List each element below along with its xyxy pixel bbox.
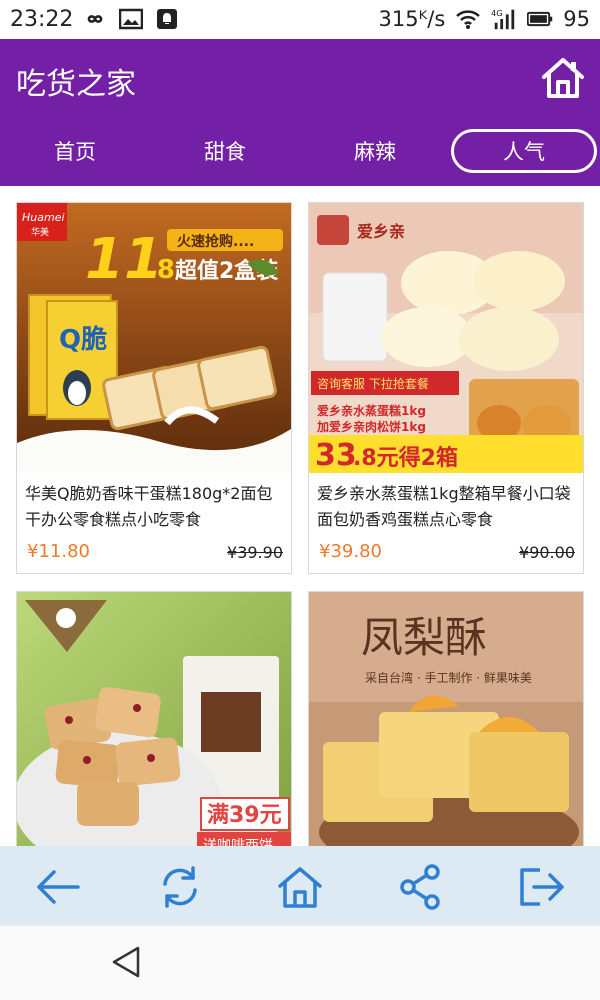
home-icon (278, 867, 322, 908)
svg-text:.8元得2箱: .8元得2箱 (353, 445, 458, 471)
svg-text:采自台湾 · 手工制作 · 鲜果味美: 采自台湾 · 手工制作 · 鲜果味美 (365, 670, 532, 685)
svg-text:爱乡亲水蒸蛋糕1kg: 爱乡亲水蒸蛋糕1kg (317, 403, 426, 418)
svg-text:凤梨酥: 凤梨酥 (361, 613, 487, 662)
refresh-button[interactable] (155, 862, 205, 912)
product-card[interactable]: 满39元 送咖啡西饼 (16, 591, 292, 846)
notification-icon (154, 6, 180, 32)
svg-text:加爱乡亲肉松饼1kg: 加爱乡亲肉松饼1kg (316, 419, 426, 434)
exit-button[interactable] (516, 862, 566, 912)
product-image[interactable]: 凤梨酥 采自台湾 · 手工制作 · 鲜果味美 (309, 592, 583, 846)
infinity-icon (82, 6, 108, 32)
toolbar-home-button[interactable] (275, 862, 325, 912)
home-icon (542, 58, 584, 98)
app-header: 吃货之家 首页 甜食 麻辣 人气 (0, 39, 600, 186)
network-speed: 315ᴷ/s (378, 7, 446, 31)
battery-icon (527, 6, 553, 32)
svg-text:33: 33 (315, 438, 357, 473)
product-card[interactable]: Huamei 华美 11 .8 超值2盒装 火速抢购.... Q脆 华美Q脆奶香… (16, 202, 292, 574)
share-icon (400, 864, 440, 910)
home-button[interactable] (540, 55, 586, 101)
system-nav-bar (0, 926, 600, 1000)
product-image[interactable]: 爱乡亲 咨询客服 下拉抢套餐 爱乡亲水蒸蛋糕1kg 加爱乡亲肉松饼1kg 33 … (309, 203, 583, 473)
svg-text:满39元: 满39元 (207, 803, 282, 828)
product-image[interactable]: Huamei 华美 11 .8 超值2盒装 火速抢购.... Q脆 (17, 203, 291, 473)
product-title[interactable]: 华美Q脆奶香味干蛋糕180g*2面包干办公零食糕点小吃零食 (17, 473, 291, 533)
svg-text:华美: 华美 (31, 226, 49, 238)
product-card[interactable]: 爱乡亲 咨询客服 下拉抢套餐 爱乡亲水蒸蛋糕1kg 加爱乡亲肉松饼1kg 33 … (308, 202, 584, 574)
product-price: ¥39.80 (319, 541, 382, 562)
svg-text:Q脆: Q脆 (59, 324, 107, 355)
clock: 23:22 (10, 7, 74, 32)
svg-text:送咖啡西饼: 送咖啡西饼 (203, 838, 273, 846)
wifi-icon (455, 6, 481, 32)
tab-popular[interactable]: 人气 (451, 129, 597, 173)
system-back-button[interactable] (108, 944, 144, 980)
tab-sweets[interactable]: 甜食 (152, 129, 298, 173)
back-button[interactable] (34, 862, 84, 912)
product-image[interactable]: 满39元 送咖啡西饼 (17, 592, 291, 846)
svg-text:爱乡亲: 爱乡亲 (357, 222, 405, 241)
product-price: ¥11.80 (27, 541, 90, 562)
image-icon (118, 6, 144, 32)
signal-icon: 4G (491, 6, 517, 32)
share-button[interactable] (396, 862, 446, 912)
svg-text:火速抢购....: 火速抢购.... (177, 233, 254, 250)
tab-spicy[interactable]: 麻辣 (302, 129, 448, 173)
tab-home[interactable]: 首页 (2, 129, 148, 173)
status-bar: 23:22 315ᴷ/s 4G 95 (0, 0, 600, 39)
back-arrow-icon (37, 870, 80, 904)
exit-icon (520, 868, 564, 906)
product-original-price: ¥39.90 (227, 543, 283, 562)
battery-level: 95 (563, 7, 590, 31)
category-tabs: 首页 甜食 麻辣 人气 (0, 129, 600, 173)
product-title[interactable]: 爱乡亲水蒸蛋糕1kg整箱早餐小口袋面包奶香鸡蛋糕点心零食 (309, 473, 583, 533)
page-title: 吃货之家 (16, 67, 136, 102)
svg-text:Huamei: Huamei (22, 211, 65, 224)
product-original-price: ¥90.00 (519, 543, 575, 562)
product-grid: Huamei 华美 11 .8 超值2盒装 火速抢购.... Q脆 华美Q脆奶香… (0, 186, 600, 846)
svg-text:.8: .8 (147, 255, 175, 285)
svg-text:咨询客服 下拉抢套餐: 咨询客服 下拉抢套餐 (317, 376, 429, 391)
svg-text:4G: 4G (491, 8, 503, 18)
triangle-back-icon (112, 946, 140, 978)
browser-toolbar (0, 846, 600, 926)
refresh-icon (163, 866, 197, 908)
product-card[interactable]: 凤梨酥 采自台湾 · 手工制作 · 鲜果味美 (308, 591, 584, 846)
